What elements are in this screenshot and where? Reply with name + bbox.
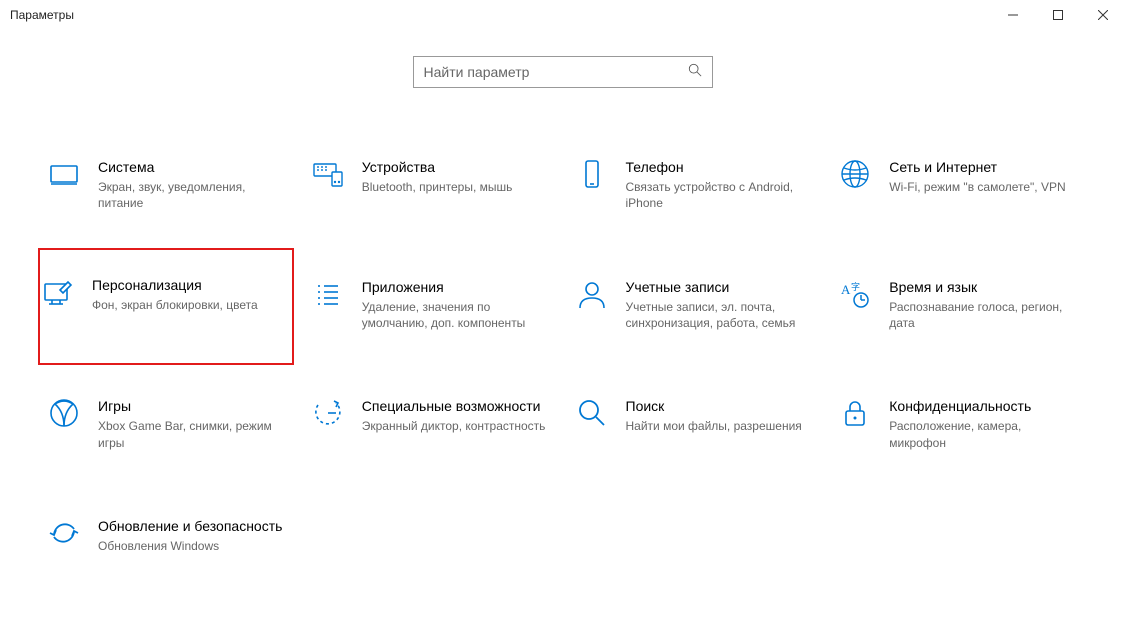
tile-desc: Wi-Fi, режим "в самолете", VPN (889, 179, 1077, 195)
tile-personalization[interactable]: Персонализация Фон, экран блокировки, цв… (38, 248, 294, 366)
tile-desc: Xbox Game Bar, снимки, режим игры (98, 418, 286, 450)
tile-title: Устройства (362, 158, 550, 176)
tile-accounts[interactable]: Учетные записи Учетные записи, эл. почта… (568, 270, 822, 340)
tile-title: Система (98, 158, 286, 176)
time-language-icon: A 字 (839, 278, 871, 310)
tile-title: Сеть и Интернет (889, 158, 1077, 176)
minimize-button[interactable] (990, 0, 1035, 30)
search-box[interactable] (413, 56, 713, 88)
apps-icon (312, 278, 344, 310)
tile-apps[interactable]: Приложения Удаление, значения по умолчан… (304, 270, 558, 340)
tile-desc: Экранный диктор, контрастность (362, 418, 550, 434)
tile-desc: Фон, экран блокировки, цвета (92, 297, 282, 313)
tile-title: Персонализация (92, 276, 286, 294)
tile-network[interactable]: Сеть и Интернет Wi-Fi, режим "в самолете… (831, 150, 1085, 220)
tile-title: Обновление и безопасность (98, 517, 286, 535)
system-icon (48, 158, 80, 190)
tile-title: Приложения (362, 278, 550, 296)
maximize-button[interactable] (1035, 0, 1080, 30)
window-controls (990, 0, 1125, 30)
tile-title: Специальные возможности (362, 397, 550, 415)
tile-search[interactable]: Поиск Найти мои файлы, разрешения (568, 389, 822, 459)
tile-desc: Обновления Windows (98, 538, 286, 554)
phone-icon (576, 158, 608, 190)
tile-system[interactable]: Система Экран, звук, уведомления, питани… (40, 150, 294, 220)
privacy-icon (839, 397, 871, 429)
tile-title: Телефон (626, 158, 814, 176)
tile-ease-of-access[interactable]: Специальные возможности Экранный диктор,… (304, 389, 558, 459)
devices-icon (312, 158, 344, 190)
tile-title: Время и язык (889, 278, 1077, 296)
tile-title: Игры (98, 397, 286, 415)
ease-of-access-icon (312, 397, 344, 429)
personalization-icon (42, 276, 74, 308)
tile-desc: Расположение, камера, микрофон (889, 418, 1077, 450)
search-row (0, 56, 1125, 88)
tile-privacy[interactable]: Конфиденциальность Расположение, камера,… (831, 389, 1085, 459)
tile-time-language[interactable]: A 字 Время и язык Распознавание голоса, р… (831, 270, 1085, 340)
search-icon (688, 63, 702, 82)
window-title: Параметры (10, 8, 74, 22)
tile-gaming[interactable]: Игры Xbox Game Bar, снимки, режим игры (40, 389, 294, 459)
accounts-icon (576, 278, 608, 310)
tile-desc: Учетные записи, эл. почта, синхронизация… (626, 299, 814, 331)
tile-devices[interactable]: Устройства Bluetooth, принтеры, мышь (304, 150, 558, 220)
tile-update-security[interactable]: Обновление и безопасность Обновления Win… (40, 509, 294, 562)
close-button[interactable] (1080, 0, 1125, 30)
svg-text:字: 字 (851, 281, 860, 292)
tile-desc: Распознавание голоса, регион, дата (889, 299, 1077, 331)
svg-text:A: A (841, 282, 851, 297)
network-icon (839, 158, 871, 190)
tile-desc: Bluetooth, принтеры, мышь (362, 179, 550, 195)
search-input[interactable] (424, 64, 688, 80)
settings-grid: Система Экран, звук, уведомления, питани… (0, 150, 1125, 562)
titlebar: Параметры (0, 0, 1125, 30)
update-icon (48, 517, 80, 549)
tile-title: Поиск (626, 397, 814, 415)
tile-phone[interactable]: Телефон Связать устройство с Android, iP… (568, 150, 822, 220)
tile-title: Конфиденциальность (889, 397, 1077, 415)
tile-desc: Найти мои файлы, разрешения (626, 418, 814, 434)
tile-title: Учетные записи (626, 278, 814, 296)
search-category-icon (576, 397, 608, 429)
tile-desc: Связать устройство с Android, iPhone (626, 179, 814, 211)
tile-desc: Удаление, значения по умолчанию, доп. ко… (362, 299, 550, 331)
tile-desc: Экран, звук, уведомления, питание (98, 179, 286, 211)
gaming-icon (48, 397, 80, 429)
